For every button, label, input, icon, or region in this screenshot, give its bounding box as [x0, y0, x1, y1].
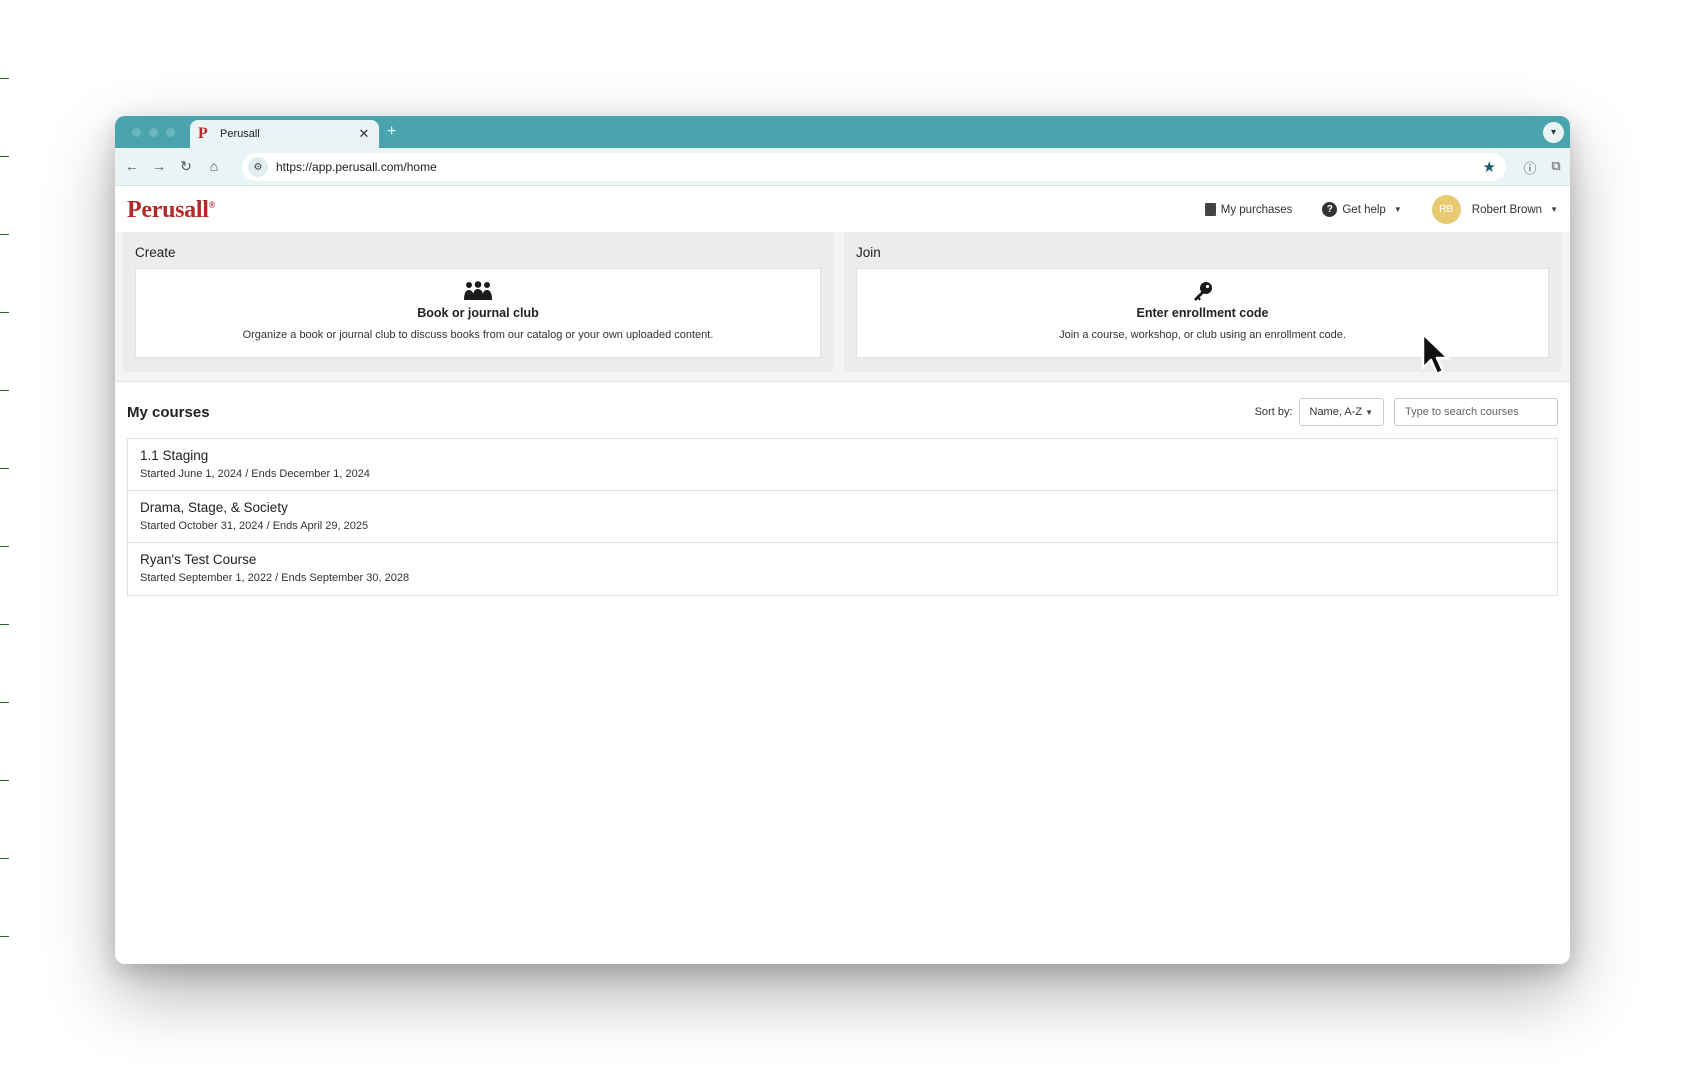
course-name[interactable]: Drama, Stage, & Society [140, 500, 1545, 515]
tab-title: Perusall [220, 128, 260, 140]
course-dates: Started June 1, 2024 / Ends December 1, … [140, 468, 370, 480]
window-controls [132, 128, 175, 137]
home-icon[interactable]: ⌂ [205, 158, 223, 174]
url-text[interactable]: https://app.perusall.com/home [276, 160, 1483, 174]
course-list: 1.1 Staging Started June 1, 2024 / Ends … [127, 438, 1558, 596]
tab-search-chevron-icon[interactable]: ▾ [1543, 122, 1564, 143]
my-courses-heading: My courses [127, 404, 210, 421]
tab-strip: P Perusall ✕ + ▾ [115, 116, 1570, 148]
course-dates: Started October 31, 2024 / Ends April 29… [140, 520, 369, 532]
enrollment-code-title: Enter enrollment code [1136, 306, 1269, 320]
course-name[interactable]: Ryan's Test Course [140, 552, 1545, 567]
book-club-description: Organize a book or journal club to discu… [242, 329, 714, 341]
course-dates: Started September 1, 2022 / Ends Septemb… [140, 572, 410, 584]
my-purchases-link[interactable]: My purchases [1204, 203, 1292, 216]
list-item[interactable]: Drama, Stage, & Society Started October … [128, 491, 1557, 543]
perusall-logo[interactable]: Perusall® [127, 197, 215, 224]
perusall-favicon-icon: P [198, 125, 208, 142]
avatar: RB [1431, 195, 1461, 224]
course-name[interactable]: 1.1 Staging [140, 448, 1545, 463]
create-panel: Create Book or journal club Organize a b… [123, 232, 833, 372]
book-club-title: Book or journal club [417, 306, 539, 320]
maximize-window-button[interactable] [166, 128, 175, 137]
key-icon [857, 279, 1548, 303]
extensions-icon[interactable]: ⧉ [1547, 158, 1565, 174]
sort-select[interactable]: Name, A-Z ▼ [1298, 398, 1384, 426]
password-manager-icon[interactable]: ⓘ [1521, 158, 1539, 177]
book-club-card[interactable]: Book or journal club Organize a book or … [135, 268, 821, 358]
bookmark-star-icon[interactable]: ★ [1483, 158, 1496, 176]
back-arrow-icon[interactable]: ← [123, 158, 141, 174]
create-heading: Create [135, 245, 176, 260]
sort-controls: Sort by: Name, A-Z ▼ [1255, 398, 1558, 426]
new-tab-icon[interactable]: + [387, 123, 396, 141]
sort-label: Sort by: [1254, 406, 1293, 418]
help-icon: ? [1322, 202, 1338, 217]
tab-perusall[interactable]: P Perusall ✕ [190, 120, 379, 148]
mouse-pointer-icon [1421, 332, 1451, 381]
list-item[interactable]: Ryan's Test Course Started September 1, … [128, 543, 1557, 595]
browser-window: P Perusall ✕ + ▾ ← → ↻ ⌂ ⚙ https://app.p… [115, 116, 1570, 964]
book-icon [1204, 203, 1216, 216]
page-content: Perusall® My purchases ? Get help ▼ RB R… [115, 187, 1570, 964]
caret-down-icon: ▼ [1393, 205, 1402, 214]
left-edge-ticks [0, 0, 10, 1080]
list-item[interactable]: 1.1 Staging Started June 1, 2024 / Ends … [128, 439, 1557, 491]
reload-icon[interactable]: ↻ [177, 158, 195, 175]
join-panel: Join Enter enrollment code Join a course… [844, 232, 1561, 372]
top-navigation: My purchases ? Get help ▼ RB Robert Brow… [1204, 195, 1558, 224]
browser-toolbar: ← → ↻ ⌂ ⚙ https://app.perusall.com/home … [115, 148, 1570, 186]
address-bar[interactable]: ⚙ https://app.perusall.com/home ★ [242, 153, 1506, 181]
close-window-button[interactable] [132, 128, 141, 137]
forward-arrow-icon[interactable]: → [150, 158, 168, 174]
group-icon [136, 279, 820, 303]
minimize-window-button[interactable] [149, 128, 158, 137]
caret-down-icon: ▼ [1550, 205, 1558, 214]
course-search-input[interactable] [1394, 398, 1558, 426]
get-help-menu[interactable]: ? Get help ▼ [1322, 202, 1402, 217]
user-menu[interactable]: RB Robert Brown ▼ [1431, 195, 1558, 224]
create-join-section: Create Book or journal club Organize a b… [115, 232, 1570, 382]
site-info-icon[interactable]: ⚙ [248, 157, 268, 177]
tab-close-icon[interactable]: ✕ [357, 126, 371, 142]
caret-down-icon: ▼ [1365, 407, 1373, 417]
join-heading: Join [856, 245, 881, 260]
